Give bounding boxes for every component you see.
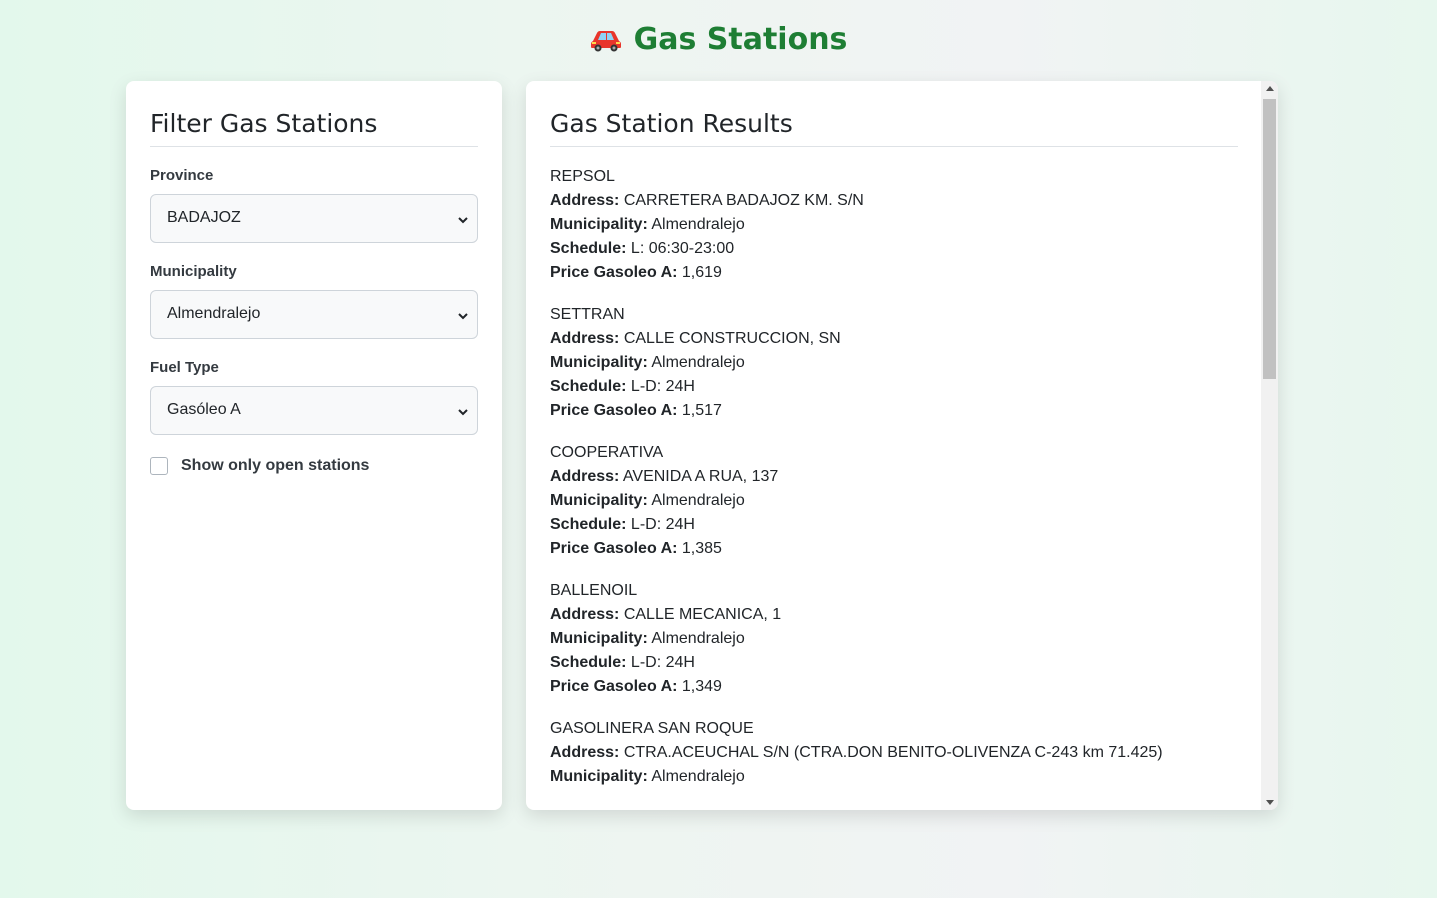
station-entry: GASOLINERA SAN ROQUE Address: CTRA.ACEUCH… bbox=[550, 717, 1238, 789]
station-municipality-row: Municipality: Almendralejo bbox=[550, 489, 1238, 513]
station-address-row: Address: CALLE MECANICA, 1 bbox=[550, 603, 1238, 627]
province-select[interactable]: BADAJOZ bbox=[150, 194, 478, 243]
station-schedule-row: Schedule: L: 06:30-23:00 bbox=[550, 237, 1238, 261]
station-price-label: Price Gasoleo A: bbox=[550, 540, 678, 557]
station-price-row: Price Gasoleo A: 1,385 bbox=[550, 537, 1238, 561]
station-municipality-label: Municipality: bbox=[550, 216, 648, 233]
station-name: GASOLINERA SAN ROQUE bbox=[550, 720, 754, 737]
fuel-type-label: Fuel Type bbox=[150, 359, 219, 376]
app-title: Gas Stations bbox=[0, 22, 1437, 60]
station-schedule-value: L: 06:30-23:00 bbox=[630, 240, 735, 257]
station-entry: COOPERATIVA Address: AVENIDA A RUA, 137 Mu… bbox=[550, 441, 1238, 561]
station-schedule-label: Schedule: bbox=[550, 240, 627, 257]
province-value: BADAJOZ bbox=[167, 209, 241, 226]
filter-panel: Filter Gas Stations Province BADAJOZ Mun… bbox=[126, 81, 502, 810]
results-scrollbar[interactable] bbox=[1261, 81, 1278, 810]
municipality-value: Almendralejo bbox=[167, 305, 261, 322]
station-address-value: CTRA.ACEUCHAL S/N (CTRA.DON BENITO-OLIVE… bbox=[623, 744, 1163, 761]
station-schedule-row: Schedule: L-D: 24H bbox=[550, 513, 1238, 537]
filter-heading: Filter Gas Stations bbox=[150, 105, 478, 147]
station-schedule-row: Schedule: L-D: 24H bbox=[550, 375, 1238, 399]
station-address-label: Address: bbox=[550, 330, 620, 347]
fuel-type-value: Gasóleo A bbox=[167, 401, 241, 418]
fuel-type-select[interactable]: Gasóleo A bbox=[150, 386, 478, 435]
station-name: BALLENOIL bbox=[550, 582, 638, 599]
station-address-label: Address: bbox=[550, 744, 620, 761]
station-name: COOPERATIVA bbox=[550, 444, 664, 461]
station-municipality-row: Municipality: Almendralejo bbox=[550, 213, 1238, 237]
station-schedule-row: Schedule: L-D: 24H bbox=[550, 651, 1238, 675]
station-municipality-label: Municipality: bbox=[550, 354, 648, 371]
station-price-value: 1,385 bbox=[681, 540, 722, 557]
station-price-label: Price Gasoleo A: bbox=[550, 402, 678, 419]
station-address-label: Address: bbox=[550, 468, 620, 485]
station-municipality-label: Municipality: bbox=[550, 492, 648, 509]
station-address-label: Address: bbox=[550, 192, 620, 209]
station-price-label: Price Gasoleo A: bbox=[550, 264, 678, 281]
station-address-row: Address: CARRETERA BADAJOZ KM. S/N bbox=[550, 189, 1238, 213]
open-only-option: Show only open stations bbox=[150, 457, 478, 475]
station-address-value: CARRETERA BADAJOZ KM. S/N bbox=[623, 192, 864, 209]
scroll-down-arrow[interactable] bbox=[1261, 795, 1278, 810]
station-name: REPSOL bbox=[550, 168, 615, 185]
station-schedule-label: Schedule: bbox=[550, 378, 627, 395]
station-municipality-value: Almendralejo bbox=[651, 492, 745, 509]
station-price-row: Price Gasoleo A: 1,349 bbox=[550, 675, 1238, 699]
station-municipality-label: Municipality: bbox=[550, 768, 648, 785]
station-municipality-value: Almendralejo bbox=[651, 630, 745, 647]
results-panel: Gas Station Results REPSOL Address: CARRE… bbox=[526, 81, 1278, 810]
results-heading: Gas Station Results bbox=[550, 105, 1238, 147]
station-entry: REPSOL Address: CARRETERA BADAJOZ KM. S/N… bbox=[550, 165, 1238, 285]
scroll-up-arrow[interactable] bbox=[1261, 81, 1278, 96]
car-icon bbox=[590, 25, 622, 60]
station-municipality-value: Almendralejo bbox=[651, 216, 745, 233]
station-municipality-value: Almendralejo bbox=[651, 354, 745, 371]
station-municipality-row: Municipality: Almendralejo bbox=[550, 627, 1238, 651]
station-schedule-value: L-D: 24H bbox=[630, 516, 695, 533]
chevron-down-icon bbox=[457, 405, 469, 423]
station-price-value: 1,619 bbox=[681, 264, 722, 281]
station-list: REPSOL Address: CARRETERA BADAJOZ KM. S/N… bbox=[550, 165, 1238, 789]
station-address-row: Address: AVENIDA A RUA, 137 bbox=[550, 465, 1238, 489]
station-price-row: Price Gasoleo A: 1,517 bbox=[550, 399, 1238, 423]
station-price-value: 1,349 bbox=[681, 678, 722, 695]
station-municipality-row: Municipality: Almendralejo bbox=[550, 765, 1238, 789]
station-name: SETTRAN bbox=[550, 306, 625, 323]
station-price-row: Price Gasoleo A: 1,619 bbox=[550, 261, 1238, 285]
open-only-checkbox[interactable] bbox=[150, 457, 168, 475]
station-schedule-label: Schedule: bbox=[550, 654, 627, 671]
station-schedule-value: L-D: 24H bbox=[630, 654, 695, 671]
station-address-row: Address: CALLE CONSTRUCCION, SN bbox=[550, 327, 1238, 351]
station-address-value: CALLE MECANICA, 1 bbox=[623, 606, 782, 623]
app-title-text: Gas Stations bbox=[633, 22, 848, 57]
municipality-select[interactable]: Almendralejo bbox=[150, 290, 478, 339]
station-entry: BALLENOIL Address: CALLE MECANICA, 1 Munic… bbox=[550, 579, 1238, 699]
municipality-label: Municipality bbox=[150, 263, 237, 280]
results-content: Gas Station Results REPSOL Address: CARRE… bbox=[550, 105, 1238, 789]
station-municipality-label: Municipality: bbox=[550, 630, 648, 647]
chevron-down-icon bbox=[457, 213, 469, 231]
station-address-value: AVENIDA A RUA, 137 bbox=[622, 468, 779, 485]
station-address-label: Address: bbox=[550, 606, 620, 623]
station-schedule-value: L-D: 24H bbox=[630, 378, 695, 395]
scroll-thumb[interactable] bbox=[1263, 99, 1276, 379]
station-price-label: Price Gasoleo A: bbox=[550, 678, 678, 695]
station-municipality-row: Municipality: Almendralejo bbox=[550, 351, 1238, 375]
station-address-value: CALLE CONSTRUCCION, SN bbox=[623, 330, 841, 347]
station-schedule-label: Schedule: bbox=[550, 516, 627, 533]
station-entry: SETTRAN Address: CALLE CONSTRUCCION, SN Mu… bbox=[550, 303, 1238, 423]
station-price-value: 1,517 bbox=[681, 402, 722, 419]
station-municipality-value: Almendralejo bbox=[651, 768, 745, 785]
open-only-label[interactable]: Show only open stations bbox=[181, 457, 369, 475]
province-label: Province bbox=[150, 167, 214, 184]
chevron-down-icon bbox=[457, 309, 469, 327]
station-address-row: Address: CTRA.ACEUCHAL S/N (CTRA.DON BEN… bbox=[550, 741, 1238, 765]
